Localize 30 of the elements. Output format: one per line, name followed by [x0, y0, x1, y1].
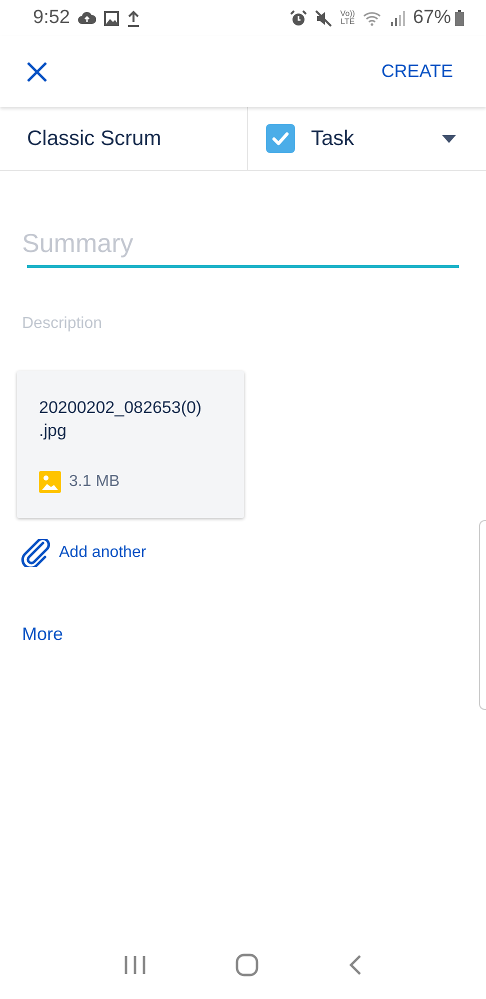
clock-time: 9:52	[33, 6, 70, 30]
dropdown-caret-icon	[442, 134, 456, 142]
more-link[interactable]: More	[22, 621, 64, 648]
project-selector[interactable]: Classic Scrum	[27, 122, 162, 154]
issue-type-label: Task	[311, 126, 356, 152]
file-size: 3.1 MB	[69, 472, 120, 492]
issue-type-dropdown[interactable]: Task	[248, 107, 486, 170]
close-button[interactable]	[26, 60, 48, 82]
add-attachment-link[interactable]: Add another	[21, 539, 146, 567]
home-icon[interactable]	[234, 953, 259, 977]
summary-field[interactable]: Summary	[22, 224, 459, 265]
file-name: 20200202_082653(0) .jpg	[39, 397, 203, 442]
back-icon[interactable]	[348, 954, 362, 976]
battery-icon	[455, 10, 464, 26]
signal-icon	[390, 10, 405, 26]
paperclip-icon	[21, 539, 51, 567]
create-button[interactable]: CREATE	[381, 58, 453, 85]
recent-apps-icon[interactable]	[124, 955, 146, 975]
battery-percent: 67%	[412, 6, 451, 30]
task-type-icon	[266, 124, 295, 153]
alarm-icon	[290, 10, 308, 26]
edge-panel-handle[interactable]	[479, 520, 486, 710]
network-label: Vo)) LTE	[340, 10, 355, 26]
cloud-icon	[78, 11, 96, 25]
attachment-card[interactable]: 20200202_082653(0) .jpg 3.1 MB	[17, 371, 244, 518]
upload-icon	[126, 10, 140, 26]
image-icon	[104, 10, 119, 26]
mute-icon	[315, 10, 332, 26]
image-file-icon	[39, 471, 61, 493]
wifi-icon	[362, 10, 383, 26]
